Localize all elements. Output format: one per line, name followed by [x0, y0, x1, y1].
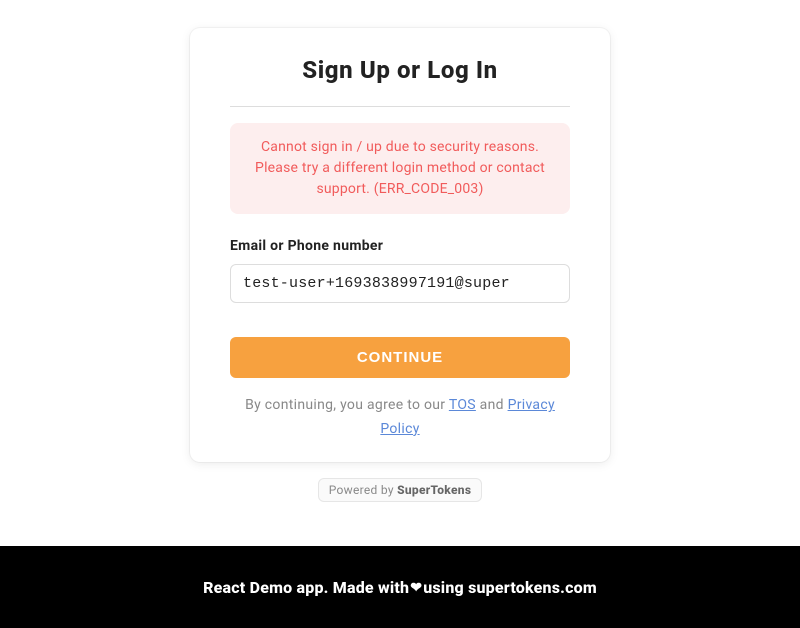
auth-card: Sign Up or Log In Cannot sign in / up du…	[190, 28, 610, 462]
error-banner: Cannot sign in / up due to security reas…	[230, 123, 570, 214]
consent-middle: and	[480, 397, 508, 413]
tos-link[interactable]: TOS	[449, 397, 476, 413]
consent-text: By continuing, you agree to our TOS and …	[230, 394, 570, 442]
footer-bar: React Demo app. Made with ❤ using supert…	[0, 546, 800, 628]
powered-by-badge: Powered by SuperTokens	[318, 478, 483, 502]
powered-brand: SuperTokens	[397, 483, 471, 497]
footer-text-suffix: using supertokens.com	[423, 578, 597, 597]
footer-text-prefix: React Demo app. Made with	[203, 578, 409, 597]
page-title: Sign Up or Log In	[230, 56, 570, 84]
email-label: Email or Phone number	[230, 238, 570, 254]
divider	[230, 106, 570, 107]
heart-icon: ❤	[410, 580, 422, 596]
powered-by-wrap: Powered by SuperTokens	[0, 478, 800, 502]
email-or-phone-input[interactable]	[230, 264, 570, 303]
consent-prefix: By continuing, you agree to our	[245, 397, 449, 413]
continue-button[interactable]: CONTINUE	[230, 337, 570, 378]
powered-prefix: Powered by	[329, 483, 397, 497]
